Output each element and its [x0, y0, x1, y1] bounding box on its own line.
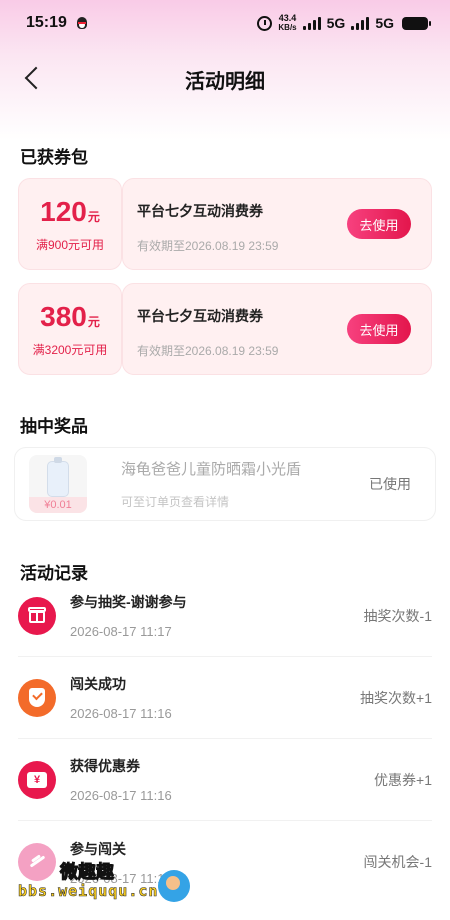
- battery-icon: [402, 16, 431, 30]
- coupon-card: 380元 满3200元可用 平台七夕互动消费券 有效期至2026.08.19 2…: [18, 283, 432, 375]
- record-item: ¥ 获得优惠券 2026-08-17 11:16 优惠券+1: [18, 739, 432, 821]
- coupon-expiry: 有效期至2026.08.19 23:59: [137, 344, 279, 358]
- status-bar: 15:19 43.4 KB/s 5G 5G: [0, 0, 450, 46]
- gift-icon: [18, 596, 56, 635]
- prize-price: ¥0.01: [29, 497, 87, 513]
- prize-status: 已使用: [369, 476, 411, 492]
- prize-info: 海龟爸爸儿童防晒霜小光盾 可至订单页查看详情: [121, 458, 301, 510]
- sunscreen-bottle-icon: [47, 457, 69, 497]
- prize-card[interactable]: ¥0.01 海龟爸爸儿童防晒霜小光盾 可至订单页查看详情 已使用: [14, 447, 436, 521]
- watermark-url-text: bbs.weiququ.cn: [18, 882, 159, 901]
- use-coupon-button[interactable]: 去使用: [347, 314, 411, 344]
- prize-name: 海龟爸爸儿童防晒霜小光盾: [121, 461, 302, 478]
- shield-check-icon: [18, 678, 56, 717]
- record-value: 抽奖次数-1: [363, 607, 432, 624]
- status-time: 15:19: [26, 14, 67, 31]
- record-title: 闯关成功: [70, 676, 126, 692]
- coupon-icon: ¥: [18, 760, 56, 799]
- record-date: 2026-08-17 11:16: [70, 788, 172, 803]
- coupon-info-panel: 平台七夕互动消费券 有效期至2026.08.19 23:59 去使用: [122, 283, 432, 375]
- coupon-amount-value: 120: [40, 195, 87, 227]
- coupon-info-panel: 平台七夕互动消费券 有效期至2026.08.19 23:59 去使用: [122, 178, 432, 270]
- alarm-icon: [257, 15, 273, 31]
- coupon-amount-value: 380: [40, 300, 87, 332]
- coupon-amount-panel: 120元 满900元可用: [18, 178, 122, 270]
- record-date: 2026-08-17 11:16: [70, 706, 172, 721]
- coupon-expiry: 有效期至2026.08.19 23:59: [137, 239, 279, 253]
- coupon-amount-unit: 元: [87, 314, 100, 329]
- prize-section-title: 抽中奖品: [20, 417, 88, 436]
- watermark-top-text: 微趣趣: [60, 862, 115, 883]
- signal-icon: [302, 16, 321, 30]
- status-indicators: 43.4 KB/s 5G 5G: [257, 13, 431, 33]
- record-title: 参与抽奖-谢谢参与: [70, 594, 187, 610]
- record-title: 获得优惠券: [70, 758, 140, 774]
- page-title: 活动明细: [185, 70, 265, 93]
- coupon-condition: 满3200元可用: [32, 342, 108, 357]
- coupon-condition: 满900元可用: [35, 237, 105, 252]
- back-arrow-icon[interactable]: [18, 64, 48, 94]
- prize-image: ¥0.01: [29, 455, 87, 513]
- net-speed-value: 43.4: [278, 13, 297, 23]
- mascot-icon: [158, 870, 190, 902]
- coupon-amount: 380元: [40, 301, 100, 338]
- coupon-amount-unit: 元: [87, 209, 100, 224]
- site-watermark: 微趣趣 bbs.weiququ.cn: [18, 858, 190, 910]
- signal-icon: [351, 16, 370, 30]
- nav-bar: 活动明细: [0, 46, 450, 112]
- network-type-1: 5G: [326, 15, 346, 31]
- prize-subtitle: 可至订单页查看详情: [121, 495, 230, 509]
- coupon-amount: 120元: [40, 196, 100, 233]
- activity-detail-page: 15:19 43.4 KB/s 5G 5G 活动明细 已获券包 120元 满90…: [0, 0, 450, 920]
- record-item: 参与抽奖-谢谢参与 2026-08-17 11:17 抽奖次数-1: [18, 575, 432, 657]
- coupon-amount-panel: 380元 满3200元可用: [18, 283, 122, 375]
- net-speed: 43.4 KB/s: [278, 13, 297, 33]
- record-value: 抽奖次数+1: [360, 689, 432, 706]
- record-title: 参与闯关: [70, 840, 126, 857]
- record-item: 闯关成功 2026-08-17 11:16 抽奖次数+1: [18, 657, 432, 739]
- net-speed-unit: KB/s: [278, 23, 297, 32]
- record-date: 2026-08-17 11:17: [70, 624, 172, 639]
- network-type-2: 5G: [375, 15, 394, 31]
- qq-penguin-icon: [75, 16, 89, 30]
- coupon-section-title: 已获券包: [20, 148, 88, 167]
- record-value: 闯关机会-1: [363, 854, 432, 870]
- record-value: 优惠券+1: [374, 771, 432, 788]
- coupon-card: 120元 满900元可用 平台七夕互动消费券 有效期至2026.08.19 23…: [18, 178, 432, 270]
- use-coupon-button[interactable]: 去使用: [347, 209, 411, 239]
